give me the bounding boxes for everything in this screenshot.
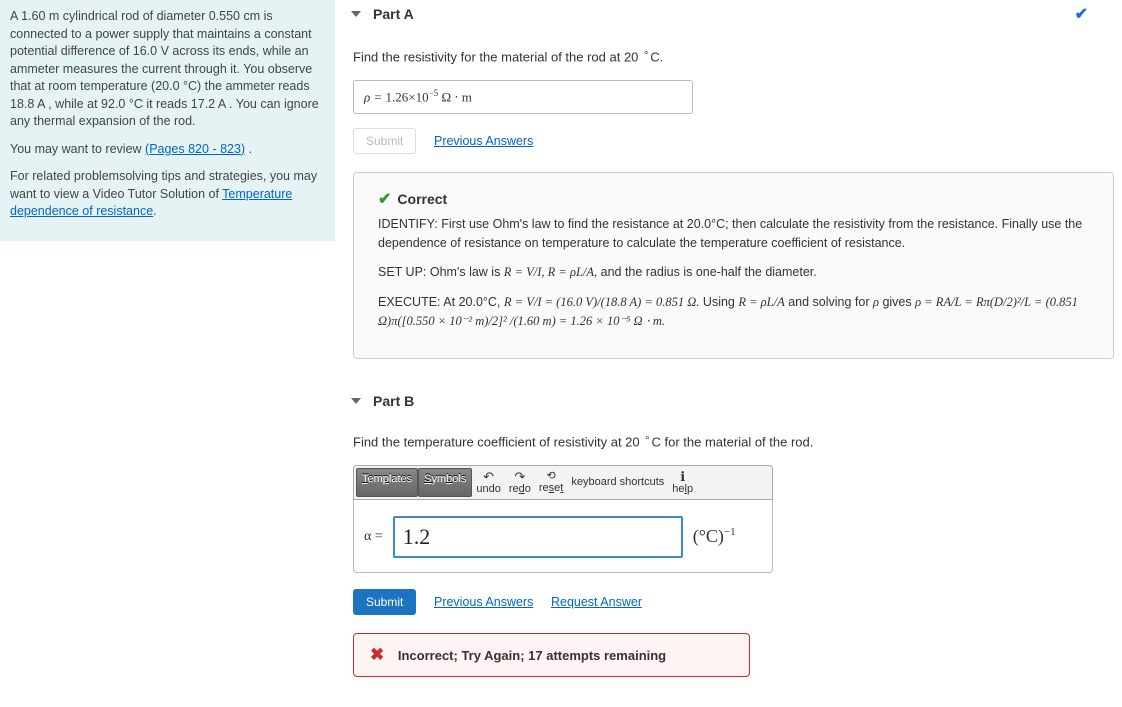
reset-button[interactable]: ⟲reset [535, 468, 567, 497]
previous-answers-link[interactable]: Previous Answers [434, 134, 533, 148]
review-pages-link[interactable]: (Pages 820 - 823) [145, 142, 245, 156]
answer-toolbar: Templates Symbols ↶undo ↷redo ⟲reset key… [353, 465, 773, 500]
answer-input[interactable] [403, 524, 673, 550]
part-b-prompt: Find the temperature coefficient of resi… [353, 433, 1114, 449]
part-a-complete-check-icon: ✔ [1075, 4, 1114, 24]
related-line: For related problemsolving tips and stra… [10, 168, 325, 221]
part-a-feedback: ✔Correct IDENTIFY: First use Ohm's law t… [353, 172, 1114, 359]
alpha-label: α = [364, 529, 383, 545]
templates-button[interactable]: Templates [356, 468, 418, 497]
symbols-button[interactable]: Symbols [418, 468, 472, 497]
answer-input-group: α = (°C)−1 [353, 500, 773, 573]
previous-answers-link[interactable]: Previous Answers [434, 595, 533, 609]
question-sidebar: A 1.60 m cylindrical rod of diameter 0.5… [0, 0, 335, 707]
undo-button[interactable]: ↶undo [472, 468, 504, 497]
submit-button[interactable]: Submit [353, 589, 416, 615]
collapse-caret-icon[interactable] [351, 11, 361, 17]
part-a-prompt: Find the resistivity for the material of… [353, 48, 1114, 64]
part-a-section: Part A ✔ Find the resistivity for the ma… [351, 0, 1114, 359]
answer-input-wrap[interactable] [393, 516, 683, 558]
part-a-answer-display: ρ = 1.26×10−5 Ω ⋅ m [353, 80, 693, 113]
incorrect-x-icon: ✖ [370, 645, 384, 664]
collapse-caret-icon[interactable] [351, 398, 361, 404]
submit-button-disabled: Submit [353, 128, 416, 154]
feedback-execute: EXECUTE: At 20.0°C, R = V/I = (16.0 V)/(… [378, 293, 1089, 332]
part-b-section: Part B Find the temperature coefficient … [351, 389, 1114, 677]
unit-label: (°C)−1 [693, 526, 736, 547]
part-a-title: Part A [373, 6, 414, 22]
review-line: You may want to review (Pages 820 - 823)… [10, 141, 325, 159]
feedback-identify: IDENTIFY: First use Ohm's law to find th… [378, 215, 1089, 254]
question-paragraph: A 1.60 m cylindrical rod of diameter 0.5… [10, 8, 325, 131]
question-text-box: A 1.60 m cylindrical rod of diameter 0.5… [0, 0, 335, 241]
request-answer-link[interactable]: Request Answer [551, 595, 642, 609]
part-b-title: Part B [373, 393, 414, 409]
incorrect-feedback: ✖ Incorrect; Try Again; 17 attempts rema… [353, 633, 750, 677]
help-button[interactable]: ℹhelp [668, 468, 697, 497]
redo-button[interactable]: ↷redo [505, 468, 535, 497]
feedback-setup: SET UP: Ohm's law is R = V/I, R = ρL/A, … [378, 263, 1089, 282]
correct-check-icon: ✔ [378, 191, 391, 208]
keyboard-shortcuts-button[interactable]: keyboard shortcuts [567, 468, 668, 497]
